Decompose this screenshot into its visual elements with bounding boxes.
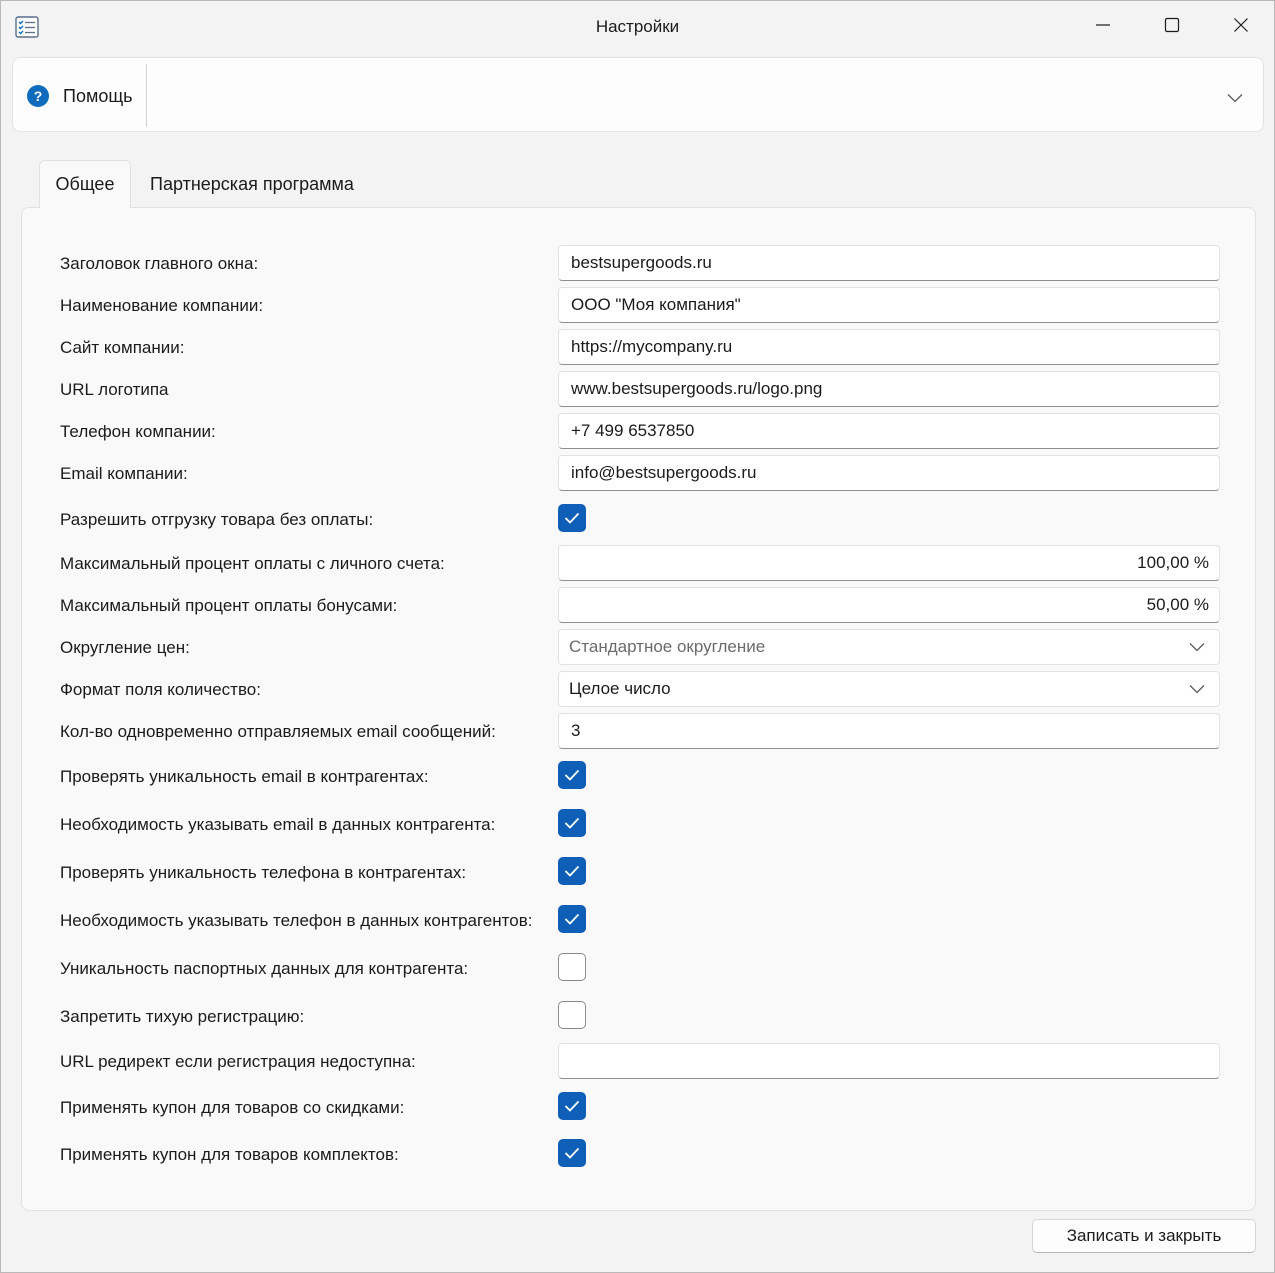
tab-general[interactable]: Общее (39, 160, 131, 208)
coupon-bundles-checkbox[interactable] (558, 1139, 586, 1167)
max-bonus-pct-label: Максимальный процент оплаты бонусами: (60, 596, 398, 615)
company-name-field[interactable]: ООО "Моя компания" (558, 287, 1220, 323)
logo-url-field[interactable]: www.bestsupergoods.ru/logo.png (558, 371, 1220, 407)
coupon-bundles-label: Применять купон для товаров комплектов: (60, 1145, 399, 1164)
company-phone-label: Телефон компании: (60, 422, 216, 441)
forbid-silent-reg-checkbox[interactable] (558, 1001, 586, 1029)
max-account-pct-label: Максимальный процент оплаты с личного сч… (60, 554, 445, 573)
company-email-label: Email компании: (60, 464, 188, 483)
company-site-label: Сайт компании: (60, 338, 185, 357)
redirect-url-label: URL редирект если регистрация недоступна… (60, 1052, 416, 1071)
check-phone-unique-label: Проверять уникальность телефона в контра… (60, 863, 467, 882)
require-email-checkbox[interactable] (558, 809, 586, 837)
settings-panel: Заголовок главного окна: bestsupergoods.… (21, 207, 1256, 1211)
title-bar: Настройки (1, 1, 1274, 53)
require-phone-checkbox[interactable] (558, 905, 586, 933)
max-account-pct-field[interactable]: 100,00 % (558, 545, 1220, 581)
price-rounding-select[interactable]: Стандартное округление (558, 629, 1220, 665)
require-phone-label: Необходимость указывать телефон в данных… (60, 911, 533, 930)
checkmark-icon (564, 865, 580, 877)
passport-unique-label: Уникальность паспортных данных для контр… (60, 959, 469, 978)
company-email-field[interactable]: info@bestsupergoods.ru (558, 455, 1220, 491)
checkmark-icon (564, 817, 580, 829)
coupon-discounted-checkbox[interactable] (558, 1092, 586, 1120)
window-title-field[interactable]: bestsupergoods.ru (558, 245, 1220, 281)
help-separator (146, 64, 147, 127)
allow-unpaid-shipping-checkbox[interactable] (558, 504, 586, 532)
checkmark-icon (564, 512, 580, 524)
company-name-label: Наименование компании: (60, 296, 264, 315)
minimize-icon (1095, 17, 1111, 38)
email-batch-field[interactable]: 3 (558, 713, 1220, 749)
window-title-label: Заголовок главного окна: (60, 254, 259, 273)
redirect-url-field[interactable] (558, 1043, 1220, 1079)
allow-unpaid-shipping-label: Разрешить отгрузку товара без оплаты: (60, 510, 374, 529)
check-email-unique-label: Проверять уникальность email в контраген… (60, 767, 429, 786)
maximize-button[interactable] (1138, 1, 1206, 53)
price-rounding-value: Стандартное округление (569, 637, 766, 656)
maximize-icon (1164, 17, 1180, 38)
close-icon (1233, 17, 1249, 38)
help-label: Помощь (63, 85, 133, 106)
qty-format-label: Формат поля количество: (60, 680, 261, 699)
checkmark-icon (564, 769, 580, 781)
checkmark-icon (564, 913, 580, 925)
passport-unique-checkbox[interactable] (558, 953, 586, 981)
max-bonus-pct-field[interactable]: 50,00 % (558, 587, 1220, 623)
checkmark-icon (564, 1100, 580, 1112)
settings-window: Настройки ? Помощь Общее Партнерская про… (0, 0, 1275, 1273)
help-button[interactable]: ? Помощь (27, 82, 133, 110)
company-phone-field[interactable]: +7 499 6537850 (558, 413, 1220, 449)
price-rounding-label: Округление цен: (60, 638, 190, 657)
minimize-button[interactable] (1069, 1, 1137, 53)
company-site-field[interactable]: https://mycompany.ru (558, 329, 1220, 365)
chevron-down-icon (1189, 685, 1205, 694)
help-panel: ? Помощь (12, 57, 1264, 132)
checkmark-icon (564, 1147, 580, 1159)
qty-format-value: Целое число (569, 679, 671, 698)
chevron-down-icon (1189, 643, 1205, 652)
coupon-discounted-label: Применять купон для товаров со скидками: (60, 1098, 405, 1117)
email-batch-label: Кол-во одновременно отправляемых email с… (60, 722, 496, 741)
question-circle-icon: ? (27, 85, 49, 107)
close-button[interactable] (1207, 1, 1275, 53)
check-email-unique-checkbox[interactable] (558, 761, 586, 789)
tab-partner-program[interactable]: Партнерская программа (137, 160, 367, 208)
logo-url-label: URL логотипа (60, 380, 169, 399)
check-phone-unique-checkbox[interactable] (558, 857, 586, 885)
chevron-down-icon[interactable] (1227, 88, 1243, 108)
require-email-label: Необходимость указывать email в данных к… (60, 815, 496, 834)
save-and-close-button[interactable]: Записать и закрыть (1032, 1219, 1256, 1253)
forbid-silent-reg-label: Запретить тихую регистрацию: (60, 1007, 305, 1026)
qty-format-select[interactable]: Целое число (558, 671, 1220, 707)
